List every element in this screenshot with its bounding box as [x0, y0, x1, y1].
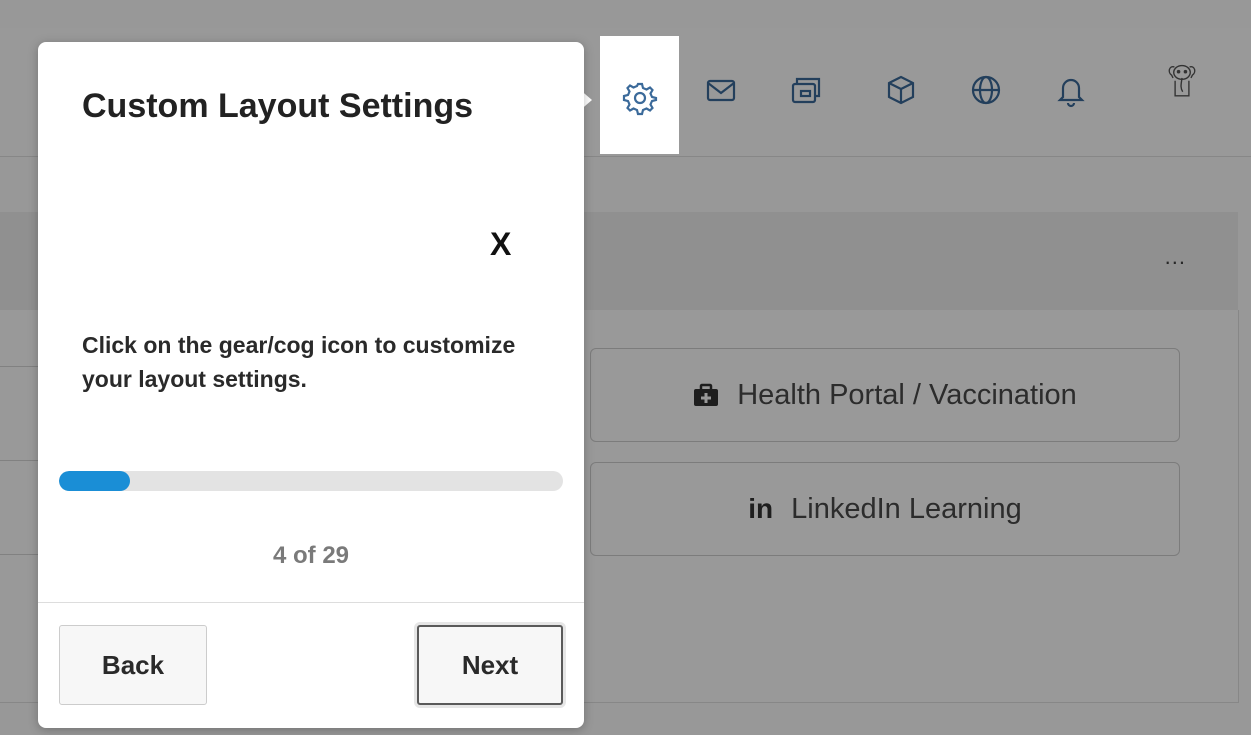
- popover-divider: [38, 602, 584, 603]
- gear-icon[interactable]: [620, 78, 660, 118]
- tour-progress-bar: [59, 471, 563, 491]
- close-button[interactable]: X: [490, 226, 511, 263]
- tour-title: Custom Layout Settings: [82, 87, 474, 125]
- tour-step-counter: 4 of 29: [272, 542, 350, 569]
- gear-spotlight: [600, 36, 679, 154]
- tour-popover: Custom Layout Settings X Click on the ge…: [38, 42, 584, 728]
- back-button[interactable]: Back: [59, 625, 207, 705]
- next-button[interactable]: Next: [417, 625, 563, 705]
- tour-progress-fill: [59, 471, 130, 491]
- tour-description: Click on the gear/cog icon to customize …: [82, 332, 516, 392]
